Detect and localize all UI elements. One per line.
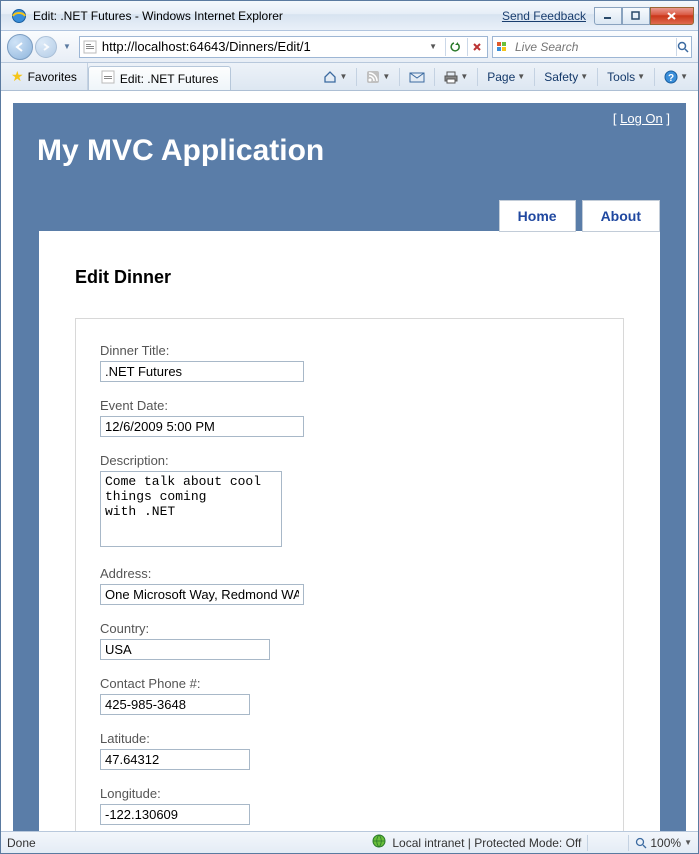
address-bar[interactable]: ▼ [79, 36, 488, 58]
chevron-down-icon: ▼ [580, 72, 588, 81]
separator [434, 68, 435, 86]
chevron-down-icon: ▼ [637, 72, 645, 81]
nav-home[interactable]: Home [499, 200, 576, 232]
safety-menu[interactable]: Safety▼ [540, 68, 592, 86]
close-button[interactable] [650, 7, 694, 25]
latitude-label: Latitude: [100, 731, 599, 746]
chevron-down-icon: ▼ [684, 838, 692, 847]
separator [628, 835, 629, 851]
latitude-input[interactable] [100, 749, 250, 770]
longitude-label: Longitude: [100, 786, 599, 801]
bing-icon [495, 39, 511, 55]
security-zone-text: Local intranet | Protected Mode: Off [392, 836, 581, 850]
tools-menu[interactable]: Tools▼ [603, 68, 649, 86]
chevron-down-icon: ▼ [517, 72, 525, 81]
address-dropdown-icon[interactable]: ▼ [425, 42, 441, 51]
status-bar: Done Local intranet | Protected Mode: Of… [1, 831, 698, 853]
nav-arrows: ▼ [7, 34, 75, 60]
feeds-button[interactable]: ▼ [362, 68, 394, 86]
description-textarea[interactable]: Come talk about cool things coming with … [100, 471, 282, 547]
favorites-label: Favorites [28, 70, 77, 84]
chevron-down-icon: ▼ [382, 72, 390, 81]
search-button[interactable] [676, 38, 689, 56]
home-button[interactable]: ▼ [319, 68, 351, 86]
address-input[interactable] [100, 584, 304, 605]
help-button[interactable]: ?▼ [660, 68, 692, 86]
tab-label: Edit: .NET Futures [120, 72, 218, 86]
nav-about[interactable]: About [582, 200, 660, 232]
forward-button[interactable] [35, 36, 57, 58]
description-label: Description: [100, 453, 599, 468]
bracket-right: ] [663, 111, 670, 126]
viewport[interactable]: [ Log On ] My MVC Application Home About… [1, 91, 698, 831]
mvc-nav: Home About [499, 200, 660, 232]
favicon-icon [82, 39, 98, 55]
country-input[interactable] [100, 639, 270, 660]
page-heading: Edit Dinner [75, 267, 624, 288]
internet-zone-icon [372, 834, 386, 851]
ie-icon [11, 8, 27, 24]
minimize-button[interactable] [594, 7, 622, 25]
tab-row: ★ Favorites Edit: .NET Futures ▼ ▼ ▼ Pag… [1, 63, 698, 91]
chevron-down-icon: ▼ [460, 72, 468, 81]
country-label: Country: [100, 621, 599, 636]
window-titlebar: Edit: .NET Futures - Windows Internet Ex… [1, 1, 698, 31]
address-input[interactable] [102, 39, 421, 54]
favorites-button[interactable]: ★ Favorites [1, 63, 88, 90]
app-title: My MVC Application [37, 134, 324, 168]
command-bar: ▼ ▼ ▼ Page▼ Safety▼ Tools▼ ?▼ [313, 63, 698, 90]
zoom-control[interactable]: 100% ▼ [635, 836, 692, 850]
separator [587, 835, 588, 851]
event-date-label: Event Date: [100, 398, 599, 413]
back-button[interactable] [7, 34, 33, 60]
separator [399, 68, 400, 86]
separator [654, 68, 655, 86]
refresh-button[interactable] [445, 38, 463, 56]
star-icon: ★ [11, 68, 24, 85]
window-title: Edit: .NET Futures - Windows Internet Ex… [33, 9, 502, 23]
event-date-input[interactable] [100, 416, 304, 437]
window-buttons [594, 7, 694, 25]
separator [477, 68, 478, 86]
login-area: [ Log On ] [13, 103, 686, 126]
chevron-down-icon: ▼ [339, 72, 347, 81]
separator [356, 68, 357, 86]
dinner-title-input[interactable] [100, 361, 304, 382]
tab-favicon-icon [101, 70, 115, 87]
address-label: Address: [100, 566, 599, 581]
navigation-bar: ▼ ▼ [1, 31, 698, 63]
mvc-content: Edit Dinner Dinner Title: Event Date: De… [39, 231, 660, 831]
history-dropdown-icon[interactable]: ▼ [59, 42, 75, 51]
search-input[interactable] [515, 40, 672, 54]
separator [597, 68, 598, 86]
page-menu[interactable]: Page▼ [483, 68, 529, 86]
svg-text:?: ? [668, 73, 674, 84]
phone-input[interactable] [100, 694, 250, 715]
search-box[interactable] [492, 36, 692, 58]
mvc-page: [ Log On ] My MVC Application Home About… [13, 103, 686, 831]
browser-tab[interactable]: Edit: .NET Futures [88, 66, 231, 90]
separator [534, 68, 535, 86]
maximize-button[interactable] [622, 7, 650, 25]
longitude-input[interactable] [100, 804, 250, 825]
zoom-value: 100% [650, 836, 681, 850]
edit-form: Dinner Title: Event Date: Description: C… [75, 318, 624, 831]
zoom-icon [635, 837, 647, 849]
phone-label: Contact Phone #: [100, 676, 599, 691]
status-text: Done [7, 836, 307, 850]
read-mail-button[interactable] [405, 69, 429, 85]
send-feedback-link[interactable]: Send Feedback [502, 9, 586, 23]
logon-link[interactable]: Log On [620, 111, 663, 126]
stop-button[interactable] [467, 38, 485, 56]
dinner-title-label: Dinner Title: [100, 343, 599, 358]
print-button[interactable]: ▼ [440, 68, 472, 86]
chevron-down-icon: ▼ [680, 72, 688, 81]
